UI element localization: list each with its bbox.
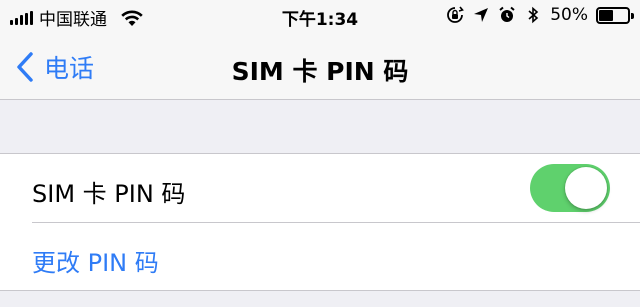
settings-group: SIM 卡 PIN 码 更改 PIN 码 [0, 153, 640, 291]
change-pin-link[interactable]: 更改 PIN 码 [32, 243, 159, 278]
sim-pin-row: SIM 卡 PIN 码 [0, 154, 640, 223]
battery-nub [631, 12, 634, 19]
sim-pin-toggle[interactable] [530, 164, 610, 212]
screen: 中国联通 下午1:34 50% 电话 SIM 卡 PIN 码 SIM 卡 PIN… [0, 0, 640, 307]
battery-fill [599, 9, 613, 21]
alarm-icon [499, 6, 515, 22]
battery-icon [596, 6, 634, 24]
status-right: 50% [446, 5, 634, 25]
sim-pin-label: SIM 卡 PIN 码 [32, 180, 186, 208]
toggle-knob [565, 167, 607, 209]
navigation-bar: 电话 SIM 卡 PIN 码 [0, 34, 640, 100]
location-icon [474, 8, 489, 22]
page-title: SIM 卡 PIN 码 [231, 57, 409, 86]
change-pin-row[interactable]: 更改 PIN 码 [0, 223, 640, 291]
status-bar: 中国联通 下午1:34 50% [0, 0, 640, 34]
battery-percent: 50% [550, 5, 588, 25]
orientation-lock-icon [447, 6, 465, 23]
bluetooth-icon [528, 6, 539, 24]
